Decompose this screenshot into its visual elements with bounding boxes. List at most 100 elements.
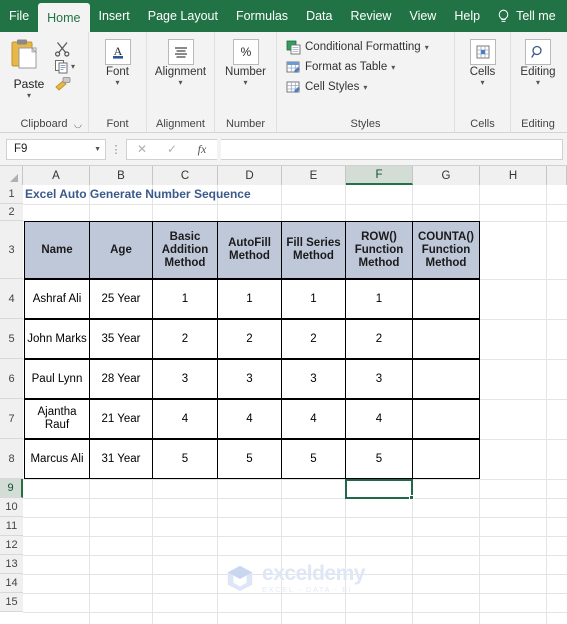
ribbon-tab-review[interactable]: Review — [341, 0, 400, 32]
table-header-name[interactable]: Name — [24, 221, 90, 279]
table-cell[interactable]: 21 Year — [89, 399, 153, 439]
alignment-button[interactable]: Alignment ▾ — [147, 37, 214, 87]
table-cell[interactable]: 2 — [345, 319, 413, 359]
alignment-dropdown-caret[interactable]: ▾ — [178, 79, 182, 87]
sheet-title-cell[interactable]: Excel Auto Generate Number Sequence — [25, 185, 355, 204]
column-header-partial[interactable] — [547, 166, 567, 185]
table-header-autofill[interactable]: AutoFill Method — [217, 221, 282, 279]
table-cell[interactable]: 5 — [217, 439, 282, 479]
fill-handle[interactable] — [409, 495, 414, 500]
cell-styles-button[interactable]: Cell Styles ▾ — [283, 77, 367, 97]
cell-styles-caret[interactable]: ▾ — [363, 83, 367, 92]
table-header-counta-function[interactable]: COUNTA() Function Method — [412, 221, 480, 279]
table-cell[interactable]: 3 — [217, 359, 282, 399]
row-header-1[interactable]: 1 — [0, 185, 23, 204]
conditional-formatting-button[interactable]: Conditional Formatting ▾ — [283, 37, 429, 57]
table-cell[interactable]: 3 — [345, 359, 413, 399]
insert-function-icon[interactable]: fx — [187, 142, 217, 157]
row-header-13[interactable]: 13 — [0, 555, 23, 574]
table-cell[interactable]: 28 Year — [89, 359, 153, 399]
ribbon-tab-formulas[interactable]: Formulas — [227, 0, 297, 32]
table-cell[interactable] — [412, 399, 480, 439]
table-cell[interactable]: 1 — [152, 279, 218, 319]
select-all-corner[interactable] — [0, 166, 23, 185]
column-header-e[interactable]: E — [282, 166, 346, 185]
editing-button[interactable]: Editing ▾ — [511, 37, 565, 87]
table-cell[interactable]: Paul Lynn — [24, 359, 90, 399]
table-cell[interactable] — [412, 319, 480, 359]
number-button[interactable]: % Number ▾ — [215, 37, 276, 87]
row-header-15[interactable]: 15 — [0, 593, 23, 612]
table-cell[interactable]: 4 — [217, 399, 282, 439]
ribbon-tab-insert[interactable]: Insert — [90, 0, 139, 32]
row-header-7[interactable]: 7 — [0, 399, 23, 439]
editing-dropdown-caret[interactable]: ▾ — [536, 79, 540, 87]
name-box-caret-icon[interactable]: ▼ — [94, 146, 101, 153]
font-dropdown-caret[interactable]: ▾ — [115, 79, 119, 87]
confirm-check-icon[interactable]: ✓ — [157, 142, 187, 156]
paste-dropdown-caret[interactable]: ▾ — [27, 92, 31, 100]
table-cell[interactable]: 3 — [281, 359, 346, 399]
cells-button[interactable]: Cells ▾ — [455, 37, 510, 87]
number-dropdown-caret[interactable]: ▾ — [243, 79, 247, 87]
row-header-8[interactable]: 8 — [0, 439, 23, 479]
row-header-5[interactable]: 5 — [0, 319, 23, 359]
table-cell[interactable] — [412, 279, 480, 319]
column-header-a[interactable]: A — [23, 166, 90, 185]
column-header-c[interactable]: C — [153, 166, 218, 185]
column-header-b[interactable]: B — [90, 166, 153, 185]
row-header-9[interactable]: 9 — [0, 479, 23, 498]
table-cell[interactable]: 1 — [281, 279, 346, 319]
row-header-4[interactable]: 4 — [0, 279, 23, 319]
row-header-3[interactable]: 3 — [0, 221, 23, 279]
ribbon-tab-help[interactable]: Help — [445, 0, 489, 32]
table-cell[interactable]: 1 — [217, 279, 282, 319]
table-header-row-function[interactable]: ROW() Function Method — [345, 221, 413, 279]
format-as-table-caret[interactable]: ▾ — [391, 63, 395, 72]
tell-me-box[interactable]: Tell me — [489, 0, 564, 32]
table-cell[interactable]: 5 — [281, 439, 346, 479]
table-cell[interactable] — [412, 439, 480, 479]
table-cell[interactable]: 5 — [345, 439, 413, 479]
table-cell[interactable]: 2 — [152, 319, 218, 359]
copy-dropdown-caret[interactable]: ▾ — [71, 63, 75, 71]
table-cell[interactable]: Ashraf Ali — [24, 279, 90, 319]
row-header-11[interactable]: 11 — [0, 517, 23, 536]
table-cell[interactable]: 35 Year — [89, 319, 153, 359]
table-cell[interactable]: 4 — [152, 399, 218, 439]
table-header-basic-addition[interactable]: Basic Addition Method — [152, 221, 218, 279]
row-header-12[interactable]: 12 — [0, 536, 23, 555]
table-cell[interactable]: 4 — [281, 399, 346, 439]
column-header-d[interactable]: D — [218, 166, 282, 185]
column-header-f[interactable]: F — [346, 166, 413, 185]
row-header-10[interactable]: 10 — [0, 498, 23, 517]
table-cell[interactable]: 2 — [217, 319, 282, 359]
table-cell[interactable]: Marcus Ali — [24, 439, 90, 479]
table-cell[interactable] — [412, 359, 480, 399]
row-header-14[interactable]: 14 — [0, 574, 23, 593]
row-header-6[interactable]: 6 — [0, 359, 23, 399]
table-cell[interactable]: 25 Year — [89, 279, 153, 319]
table-cell[interactable]: 4 — [345, 399, 413, 439]
ribbon-tab-page-layout[interactable]: Page Layout — [139, 0, 227, 32]
ribbon-tab-view[interactable]: View — [400, 0, 445, 32]
formula-bar-grip[interactable]: ⋮ — [110, 143, 122, 156]
table-cell[interactable]: 5 — [152, 439, 218, 479]
row-header-2[interactable]: 2 — [0, 204, 23, 221]
clipboard-dialog-launcher[interactable]: ◡ — [74, 120, 83, 129]
paste-button[interactable]: Paste ▾ — [4, 37, 54, 100]
copy-icon[interactable] — [54, 59, 69, 74]
column-header-g[interactable]: G — [413, 166, 480, 185]
column-header-h[interactable]: H — [480, 166, 547, 185]
ribbon-tab-data[interactable]: Data — [297, 0, 341, 32]
table-cell[interactable]: John Marks — [24, 319, 90, 359]
table-cell[interactable]: 31 Year — [89, 439, 153, 479]
format-painter-icon[interactable] — [54, 76, 72, 91]
font-button[interactable]: A Font ▾ — [89, 37, 146, 87]
table-cell[interactable]: 2 — [281, 319, 346, 359]
cut-scissors-icon[interactable] — [54, 40, 71, 57]
table-cell[interactable]: Ajantha Rauf — [24, 399, 90, 439]
table-cell[interactable]: 3 — [152, 359, 218, 399]
ribbon-tab-home[interactable]: Home — [38, 3, 90, 32]
table-cell[interactable]: 1 — [345, 279, 413, 319]
